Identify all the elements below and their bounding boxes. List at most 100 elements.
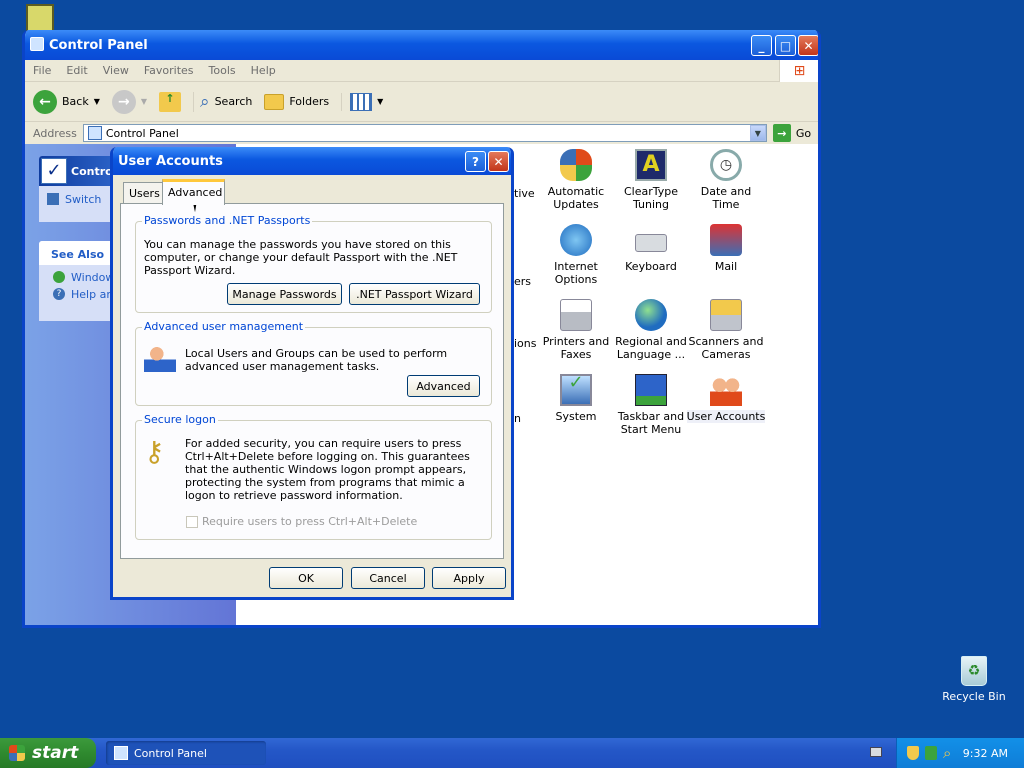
window-titlebar[interactable]: Control Panel _ □ ✕ — [25, 30, 818, 60]
date-time-icon: ◷ — [710, 149, 742, 181]
tab-advanced[interactable]: Advanced — [162, 179, 225, 205]
cp-item-label: User Accounts — [686, 410, 766, 423]
cp-item-label: Internet Options — [554, 260, 598, 286]
address-field[interactable]: Control Panel ▼ — [82, 124, 767, 142]
globe-icon — [635, 299, 667, 331]
passwords-group-label: Passwords and .NET Passports — [142, 214, 313, 227]
cp-item-regional[interactable]: Regional and Language ... — [611, 299, 691, 361]
go-button[interactable]: → Go — [772, 124, 812, 142]
cp-item-label: ClearType Tuning — [623, 185, 679, 211]
key-icon: ⚷ — [144, 435, 165, 468]
windows-update-icon — [53, 271, 65, 283]
manage-passwords-button[interactable]: Manage Passwords — [227, 283, 342, 305]
see-also-item-help[interactable]: ? Help an — [39, 284, 119, 301]
desktop-icon-top[interactable] — [26, 4, 54, 32]
advanced-user-mgmt-description: Local Users and Groups can be used to pe… — [185, 347, 448, 373]
start-button[interactable]: start — [0, 738, 96, 768]
toolbar: ← Back ▼ → ▼ ↑ ⌕ Search Folders ▼ — [25, 82, 818, 122]
ok-button[interactable]: OK — [269, 567, 343, 589]
ctrl-alt-del-checkbox-label: Require users to press Ctrl+Alt+Delete — [202, 515, 418, 528]
up-folder-button[interactable]: ↑ — [159, 91, 182, 112]
clock: 9:32 AM — [962, 746, 1008, 760]
address-dropdown-button[interactable]: ▼ — [749, 125, 766, 141]
cp-item-taskbar[interactable]: Taskbar and Start Menu — [611, 374, 691, 436]
cp-item-scanners[interactable]: Scanners and Cameras — [686, 299, 766, 361]
menu-view[interactable]: View — [103, 64, 129, 77]
cp-item-label: Mail — [714, 260, 738, 273]
chevron-down-icon: ▼ — [140, 97, 148, 106]
security-shield-icon[interactable] — [907, 746, 919, 760]
cp-item-keyboard[interactable]: Keyboard — [611, 224, 691, 273]
views-button[interactable]: ▼ — [341, 92, 383, 111]
recycle-bin-icon: ♻ — [961, 656, 987, 686]
chevron-down-icon: ▼ — [93, 97, 100, 106]
see-also-item-windows[interactable]: Window — [39, 265, 119, 284]
users-icon — [710, 374, 742, 406]
apply-button[interactable]: Apply — [432, 567, 506, 589]
close-button[interactable]: ✕ — [798, 35, 818, 56]
cancel-button[interactable]: Cancel — [351, 567, 425, 589]
back-label: Back — [62, 95, 89, 108]
go-label: Go — [795, 126, 812, 140]
cp-item-system[interactable]: ✓ System — [536, 374, 616, 424]
minimize-button[interactable]: _ — [751, 35, 772, 56]
switch-view-label: Switch — [65, 193, 102, 206]
ctrl-alt-del-checkbox[interactable]: Require users to press Ctrl+Alt+Delete — [186, 515, 417, 528]
passport-wizard-button[interactable]: .NET Passport Wizard — [349, 283, 480, 305]
back-button[interactable]: ← Back ▼ — [33, 89, 100, 114]
folders-button[interactable]: Folders — [264, 93, 329, 110]
maximize-button[interactable]: □ — [775, 35, 796, 56]
window-title: Control Panel — [49, 37, 148, 53]
switch-view-icon — [47, 193, 59, 205]
help-button[interactable]: ? — [465, 151, 486, 172]
system-icon: ✓ — [560, 374, 592, 406]
user-accounts-dialog: User Accounts ? ✕ Users Advanced Passwor… — [110, 147, 514, 600]
menubar: File Edit View Favorites Tools Help ⊞ — [25, 60, 818, 82]
forward-arrow-icon: → — [111, 89, 136, 114]
control-panel-icon — [87, 126, 102, 140]
cp-item-cleartype[interactable]: A ClearType Tuning — [611, 149, 691, 211]
taskbar-control-panel-button[interactable]: Control Panel — [106, 741, 266, 765]
menu-tools[interactable]: Tools — [209, 64, 236, 77]
secure-logon-group: Secure logon ⚷ For added security, you c… — [135, 413, 492, 540]
menu-edit[interactable]: Edit — [66, 64, 87, 77]
taskbar-icon — [635, 374, 667, 406]
search-tray-icon[interactable]: ⌕ — [943, 744, 951, 762]
dialog-title: User Accounts — [118, 153, 223, 169]
see-also-item-label: Window — [71, 271, 115, 284]
cp-item-label: Taskbar and Start Menu — [617, 410, 685, 436]
cp-item-internet-options[interactable]: Internet Options — [536, 224, 616, 286]
menu-help[interactable]: Help — [251, 64, 276, 77]
partial-icon-label: ions — [514, 337, 537, 350]
keyboard-tray-icon[interactable] — [870, 747, 882, 757]
control-panel-icon — [114, 746, 128, 760]
advanced-button[interactable]: Advanced — [407, 375, 480, 397]
cp-item-label: Keyboard — [625, 260, 677, 273]
folders-icon — [264, 93, 285, 110]
cp-item-date-time[interactable]: ◷ Date and Time — [686, 149, 766, 211]
tab-users[interactable]: Users — [123, 182, 163, 204]
search-button[interactable]: ⌕ Search — [193, 91, 253, 112]
recycle-bin[interactable]: ♻ Recycle Bin — [940, 656, 1008, 703]
menu-favorites[interactable]: Favorites — [144, 64, 194, 77]
see-also-item-label: Help an — [71, 288, 114, 301]
checkbox-box — [186, 515, 198, 528]
address-bar: Address Control Panel ▼ → Go — [25, 122, 818, 144]
search-label: Search — [214, 95, 253, 108]
network-icon[interactable] — [925, 746, 937, 760]
cp-item-mail[interactable]: Mail — [686, 224, 766, 273]
dialog-close-button[interactable]: ✕ — [488, 151, 509, 172]
cp-item-label: Printers and Faxes — [542, 335, 610, 361]
partial-icon-label: ers — [514, 275, 532, 288]
partial-icon-label: tive — [514, 187, 535, 200]
cp-item-user-accounts[interactable]: User Accounts — [686, 374, 766, 423]
menu-file[interactable]: File — [33, 64, 51, 77]
cp-item-label: Date and Time — [700, 185, 752, 211]
forward-button[interactable]: → ▼ — [111, 89, 148, 114]
start-label: start — [32, 743, 79, 763]
dialog-titlebar[interactable]: User Accounts ? ✕ — [113, 147, 511, 175]
cp-item-automatic-updates[interactable]: Automatic Updates — [536, 149, 616, 211]
switch-view-link[interactable]: Switch — [39, 186, 119, 206]
windows-flag-icon — [9, 745, 25, 761]
cp-item-printers[interactable]: Printers and Faxes — [536, 299, 616, 361]
